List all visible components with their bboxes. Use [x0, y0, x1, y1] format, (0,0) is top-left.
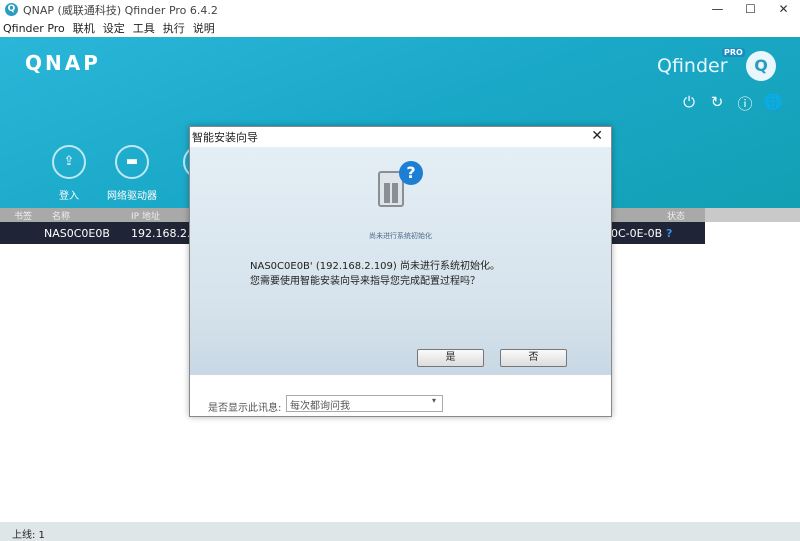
menu-qfinder[interactable]: Qfinder Pro [3, 22, 65, 35]
dropdown-arrow-icon: ▾ [431, 396, 436, 405]
minimize-button[interactable]: — [701, 0, 734, 19]
app-icon: Q [5, 3, 18, 16]
dialog-body: ? 尚未进行系统初始化 NAS0C0E0B' (192.168.2.109) 尚… [190, 147, 611, 375]
table-header-filler [705, 208, 800, 222]
network-drive-button[interactable]: ▬ 网络驱动器 [97, 145, 167, 202]
menu-tools[interactable]: 工具 [133, 20, 155, 36]
search-logo-icon: Q [746, 51, 776, 81]
menu-help[interactable]: 说明 [193, 20, 215, 36]
qnap-logo: QNAP [25, 51, 101, 75]
refresh-icon[interactable]: ↻ [703, 93, 731, 114]
dialog-title: 智能安装向导 [190, 127, 611, 147]
pro-badge: PRO [722, 48, 745, 57]
show-message-select[interactable]: 每次都询问我 ▾ [286, 395, 443, 412]
select-value: 每次都询问我 [290, 401, 350, 412]
menu-connect[interactable]: 联机 [73, 20, 95, 36]
yes-button[interactable]: 是 [417, 349, 484, 367]
status-bar: 上线: 1 [0, 522, 800, 541]
login-button[interactable]: ⇪ 登入 [34, 145, 104, 202]
col-name[interactable]: 名称 [52, 209, 70, 222]
col-bookmark[interactable]: 书签 [14, 209, 32, 222]
login-icon: ⇪ [52, 145, 86, 179]
device-name: NAS0C0E0B [44, 227, 110, 240]
power-icon[interactable]: ⏻ [675, 93, 703, 114]
message-line-2: 您需要使用智能安装向导来指导您完成配置过程吗？ [250, 276, 480, 287]
status-unknown-icon: ? [666, 227, 673, 240]
dialog-close-button[interactable]: ✕ [591, 128, 603, 144]
col-ip[interactable]: IP 地址 [131, 209, 160, 222]
menu-bar: Qfinder Pro 联机 设定 工具 执行 说明 [0, 19, 800, 37]
menu-settings[interactable]: 设定 [103, 20, 125, 36]
maximize-button[interactable]: ☐ [734, 0, 767, 19]
dialog-message: NAS0C0E0B' (192.168.2.109) 尚未进行系统初始化。 您需… [250, 259, 500, 289]
device-mac: 0C-0E-0B [611, 227, 663, 240]
show-message-label: 是否显示此讯息: [208, 403, 282, 414]
folder-icon: ▬ [115, 145, 149, 179]
close-button[interactable]: ✕ [767, 0, 800, 19]
smart-install-dialog: 智能安装向导 ✕ ? 尚未进行系统初始化 NAS0C0E0B' (192.168… [189, 126, 612, 417]
network-drive-label: 网络驱动器 [107, 191, 157, 202]
window-title: QNAP (威联通科技) Qfinder Pro 6.4.2 [23, 3, 218, 17]
message-line-1: NAS0C0E0B' (192.168.2.109) 尚未进行系统初始化。 [250, 261, 500, 272]
dialog-subtitle: 尚未进行系统初始化 [369, 232, 432, 240]
qfinder-logo: Qfinder [657, 55, 728, 77]
col-status[interactable]: 状态 [667, 209, 685, 222]
login-label: 登入 [59, 191, 79, 202]
globe-icon[interactable]: 🌐 [759, 93, 787, 114]
question-icon: ? [399, 161, 423, 185]
menu-run[interactable]: 执行 [163, 20, 185, 36]
no-button[interactable]: 否 [500, 349, 567, 367]
title-bar: Q QNAP (威联通科技) Qfinder Pro 6.4.2 — ☐ ✕ [0, 0, 800, 19]
info-icon[interactable]: ⓘ [731, 93, 759, 114]
